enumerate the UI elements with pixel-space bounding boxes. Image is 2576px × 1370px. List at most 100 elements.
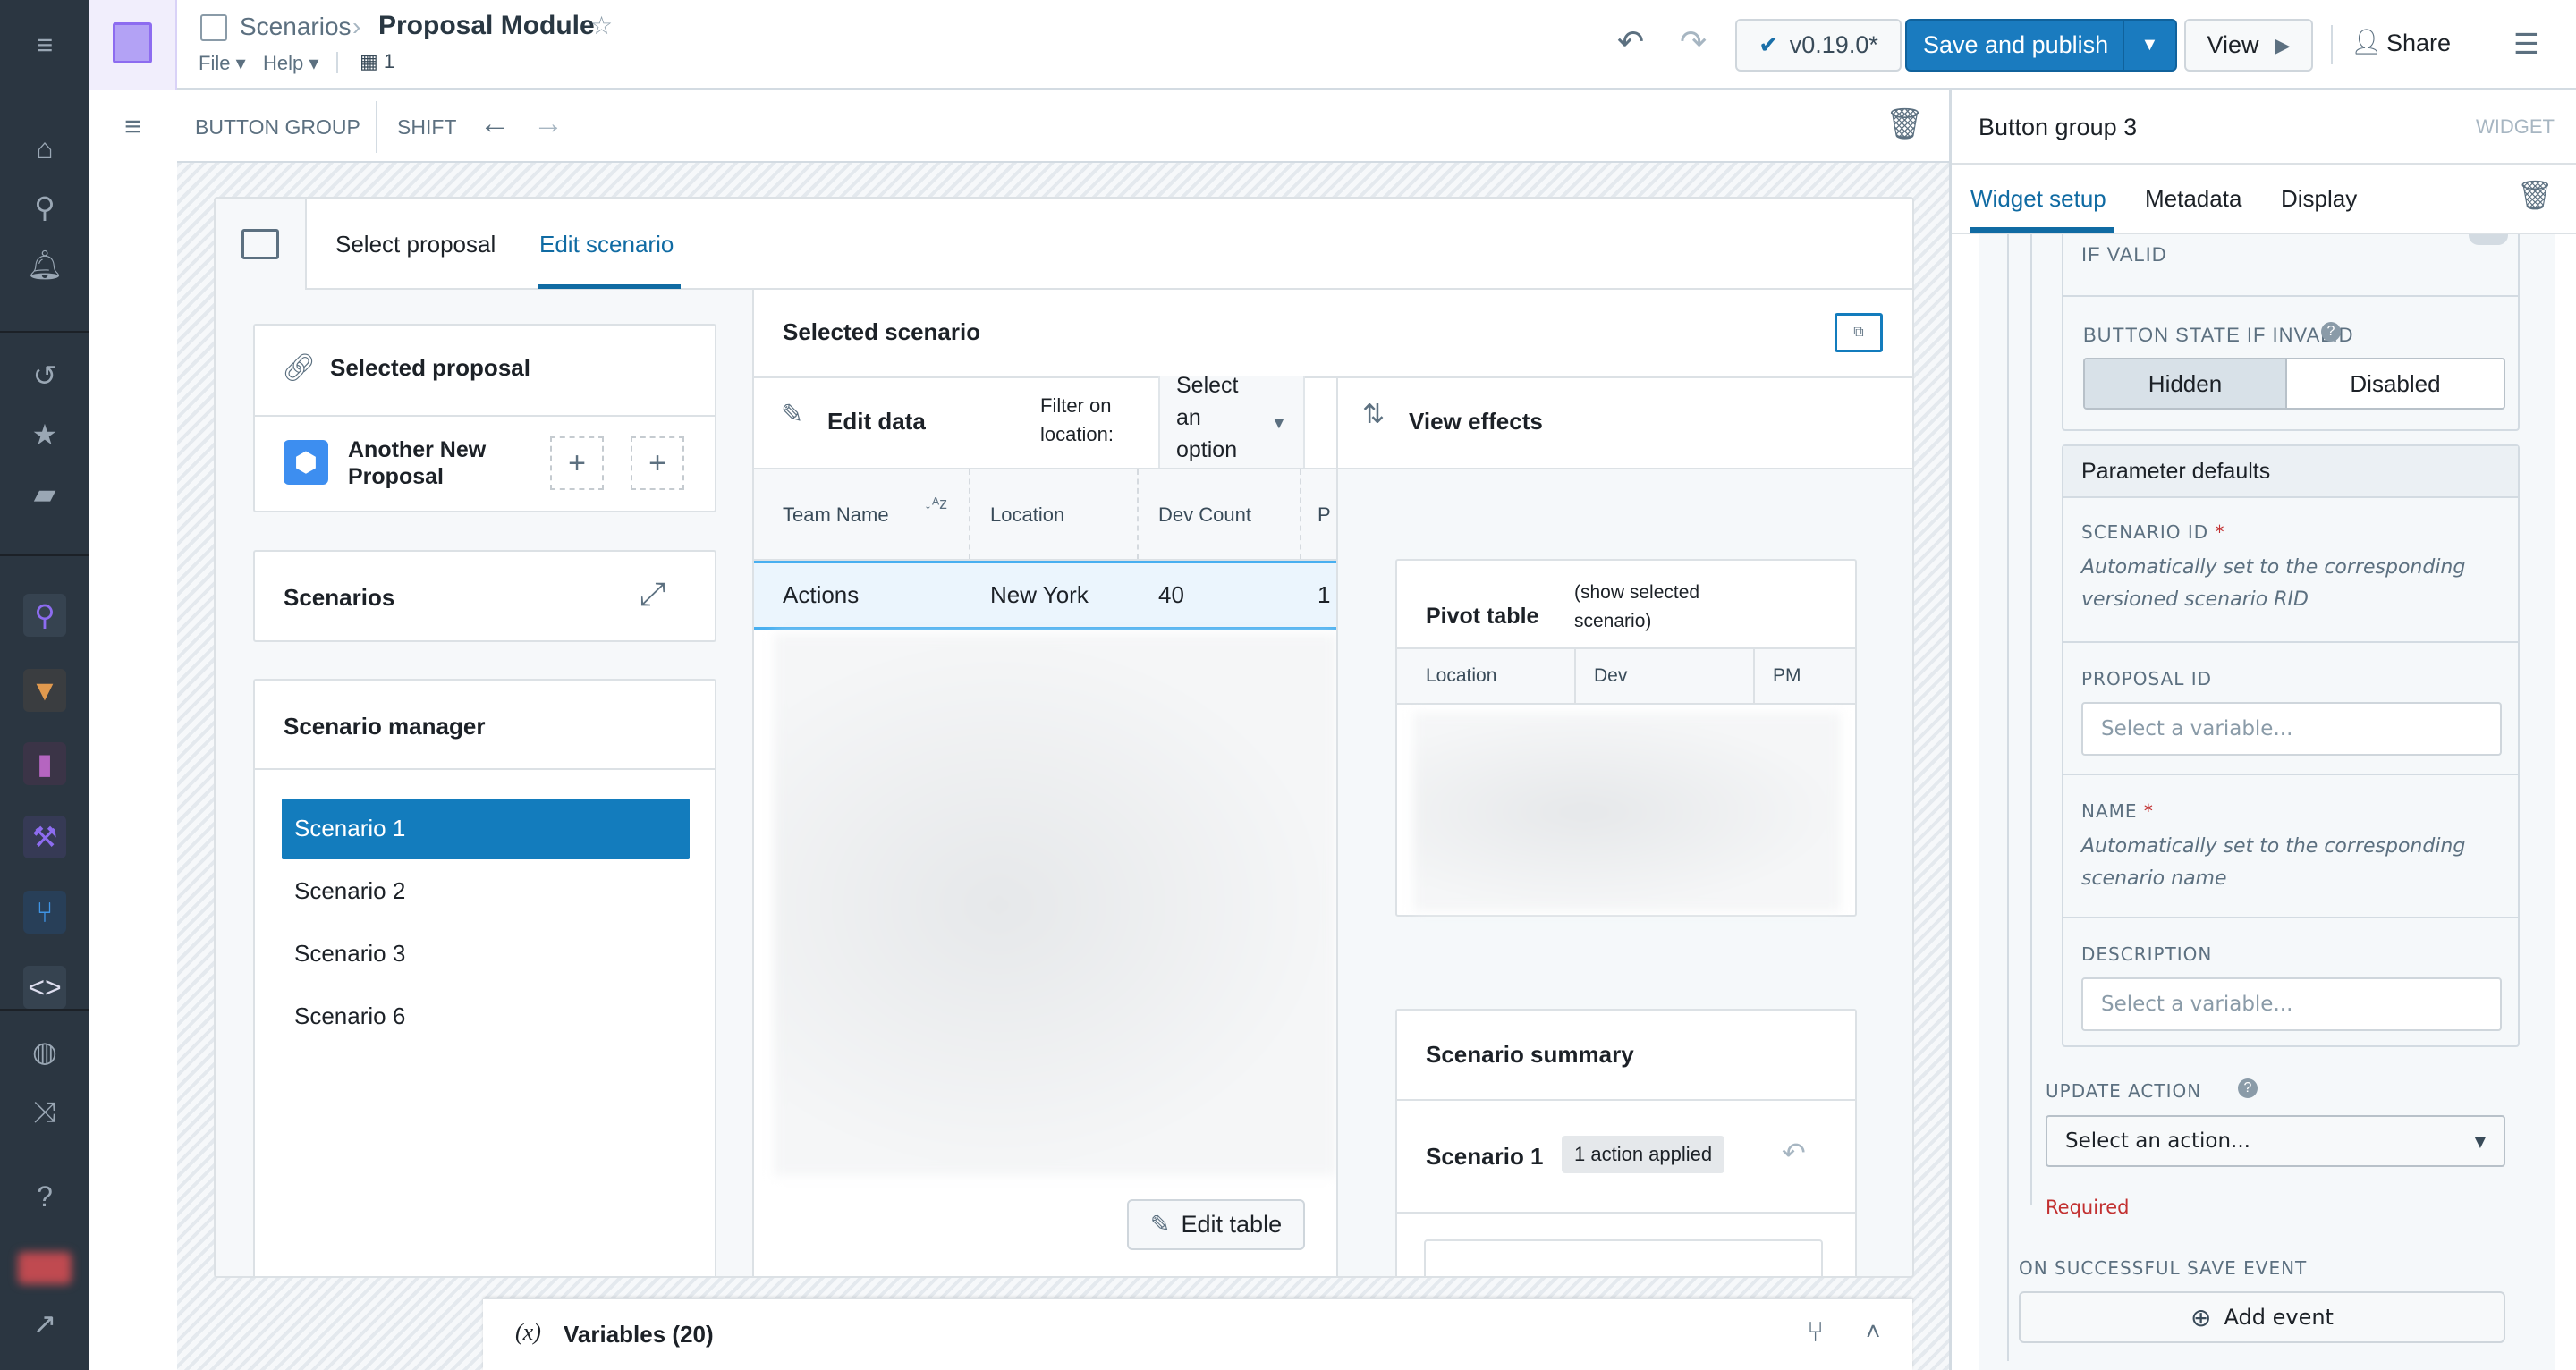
column-header[interactable]: Location (1426, 665, 1496, 687)
update-action-label: UPDATE ACTION (2046, 1080, 2202, 1102)
column-header[interactable]: Dev (1594, 665, 1627, 687)
help-icon[interactable]: ? (23, 1175, 66, 1218)
revert-icon[interactable]: ↶ (1782, 1136, 1806, 1170)
sort-arrows-icon: ⇅ (1362, 400, 1385, 429)
help-menu[interactable]: Help ▾ (263, 52, 318, 75)
sort-az-icon[interactable]: ↓ᴬz (924, 495, 947, 513)
page-title: Proposal Module (378, 11, 595, 40)
history-icon[interactable]: ↺ (23, 354, 66, 397)
favorites-icon[interactable]: ★ (23, 413, 66, 456)
edit-icon: ✎ (781, 400, 804, 429)
graph-icon[interactable]: ⑂ (1807, 1315, 1824, 1349)
global-nav: ≡ ⌂ ⚲ 🔔︎ ↺ ★ ▰ ⚲ ▼ ▮ ⚒ ⑂ <> ◍ ⤨ ? ↗ (0, 0, 89, 1370)
shift-label: SHIFT (397, 115, 457, 139)
breadcrumb-parent[interactable]: Scenarios (240, 13, 352, 41)
shift-left-icon[interactable]: ← (479, 106, 510, 141)
widget-toolbar: BUTTON GROUP SHIFT ← → 🗑︎ (177, 90, 1949, 163)
file-menu[interactable]: File ▾ (199, 52, 246, 75)
notifications-icon[interactable]: 🔔︎ (23, 243, 66, 286)
proposal-id-input[interactable]: Select a variable... (2081, 702, 2502, 756)
column-header[interactable]: Dev Count (1158, 503, 1251, 527)
tab-display[interactable]: Display (2281, 185, 2357, 213)
search-icon[interactable]: ⚲ (23, 186, 66, 229)
update-action-select[interactable]: Select an action... ▼ (2046, 1115, 2505, 1167)
column-header[interactable]: Team Name (783, 503, 889, 527)
column-header[interactable]: Location (990, 503, 1064, 527)
view-button[interactable]: View ▶ (2184, 19, 2313, 72)
shuffle-icon[interactable]: ⤨ (23, 1091, 66, 1134)
view-effects-title: View effects (1409, 408, 1543, 435)
delete-icon[interactable]: 🗑︎ (2517, 178, 2554, 212)
scenario-item[interactable]: Scenario 6 (294, 1002, 405, 1030)
save-and-publish-button[interactable]: Save and publish ▼ (1905, 19, 2177, 72)
chevron-down-icon[interactable]: ▼ (2122, 21, 2175, 70)
edit-table-button[interactable]: ✎ Edit table (1127, 1199, 1305, 1250)
segment-hidden[interactable]: Hidden (2085, 359, 2287, 408)
tab-select-proposal[interactable]: Select proposal (335, 231, 496, 258)
scenario-id-note: Automatically set to the corresponding v… (2081, 556, 2466, 611)
folder-icon[interactable]: ▰ (23, 472, 66, 515)
version-button[interactable]: ✔ v0.19.0* (1735, 19, 1902, 72)
add-button[interactable]: + (550, 436, 604, 490)
location-filter-select[interactable]: Select an option ▼ (1158, 373, 1305, 468)
pivot-table: Pivot table (show selected scenario) Loc… (1395, 559, 1857, 917)
expand-icon[interactable]: ⤢ (640, 575, 665, 613)
globe-icon[interactable]: ◍ (23, 1030, 66, 1073)
undo-icon[interactable]: ↶ (1617, 23, 1644, 61)
ontology-icon[interactable]: ⑂ (23, 891, 66, 934)
scenario-item[interactable]: Scenario 3 (294, 940, 405, 968)
chevron-up-icon[interactable]: ˄ (1866, 1317, 1880, 1346)
help-icon[interactable]: ? (2238, 1078, 2258, 1098)
widget-title[interactable]: Button group 3 (1979, 114, 2137, 141)
summary-scenario-name: Scenario 1 (1426, 1143, 1544, 1170)
widget-kind-label: WIDGET (2476, 115, 2555, 138)
actions-applied-badge: 1 action applied (1562, 1136, 1725, 1173)
delete-widget-icon[interactable]: 🗑︎ (1885, 106, 1924, 142)
column-header[interactable]: PM (1773, 665, 1801, 687)
menu-expand-icon[interactable]: ≡ (23, 23, 66, 66)
add-event-button[interactable]: ⊕ Add event (2019, 1291, 2505, 1343)
tab-edit-scenario[interactable]: Edit scenario (539, 231, 674, 258)
add-circle-icon: ⊕ (2190, 1302, 2212, 1332)
quiver-icon[interactable]: ▮ (23, 742, 66, 785)
pipeline-builder-icon[interactable]: ⚒ (23, 816, 66, 858)
link-icon: 🔗︎ (282, 353, 317, 383)
toggle-switch[interactable] (2469, 234, 2508, 245)
required-error: Required (2046, 1197, 2130, 1218)
edit-data-title: Edit data (827, 408, 926, 435)
caret-down-icon: ▼ (1271, 414, 1287, 432)
add-button[interactable]: + (631, 436, 684, 490)
description-input[interactable]: Select a variable... (2081, 977, 2502, 1031)
help-icon[interactable]: ? (2321, 322, 2341, 342)
scenario-item[interactable]: Scenario 1 (294, 815, 405, 842)
external-link-icon[interactable]: ↗ (23, 1302, 66, 1345)
folder-icon (200, 14, 227, 41)
proposal-name[interactable]: Another New Proposal (348, 436, 509, 490)
panel-toggle-icon[interactable]: ☰ (2513, 27, 2539, 61)
window-icon[interactable]: ⧉ (1835, 313, 1883, 352)
sidebar-toggle-icon[interactable]: ≡ (89, 90, 177, 163)
scenarios-title: Scenarios (284, 584, 395, 611)
redo-icon[interactable]: ↷ (1680, 23, 1707, 61)
shift-right-icon[interactable]: → (533, 106, 564, 141)
home-icon[interactable]: ⌂ (23, 127, 66, 170)
share-button[interactable]: Share (2386, 30, 2451, 57)
table-row[interactable]: Actions New York 40 1 (754, 561, 1336, 630)
name-label: NAME * (2081, 800, 2154, 822)
star-icon[interactable]: ☆ (590, 11, 613, 40)
scenario-summary: Scenario summary Scenario 1 1 action app… (1395, 1009, 1857, 1276)
object-explorer-icon[interactable]: ⚲ (23, 594, 66, 637)
column-header[interactable]: P (1318, 503, 1331, 527)
tab-widget-setup[interactable]: Widget setup (1970, 185, 2106, 213)
name-note: Automatically set to the corresponding s… (2081, 835, 2466, 890)
variables-bar[interactable]: (x) Variables (20) ⑂ ˄ (483, 1298, 1912, 1370)
scenario-item[interactable]: Scenario 2 (294, 877, 405, 905)
workshop-icon[interactable]: <> (23, 966, 66, 1009)
segment-disabled[interactable]: Disabled (2287, 359, 2504, 408)
app-header: Scenarios › Proposal Module ☆ File ▾ Hel… (177, 0, 2576, 90)
contour-icon[interactable]: ▼ (23, 669, 66, 712)
tabbed-container: Select proposal Edit scenario 🔗︎ Selecte… (214, 197, 1914, 1278)
tab-metadata[interactable]: Metadata (2145, 185, 2241, 213)
avatar[interactable] (18, 1252, 72, 1284)
proposal-id-label: PROPOSAL ID (2081, 668, 2213, 689)
